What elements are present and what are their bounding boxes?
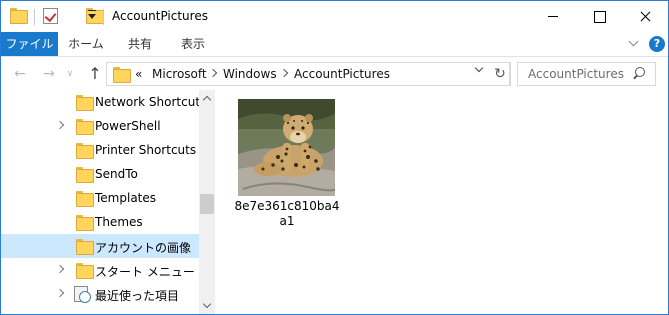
tree-item-label: アカウントの画像	[95, 241, 192, 255]
tree-item-powershell[interactable]: PowerShell	[1, 114, 199, 138]
tree-item-label: 最近使った項目	[95, 289, 180, 303]
folder-icon	[76, 239, 94, 255]
navigation-bar: ← → ∨ ↑ « Microsoft Windows AccountPictu…	[1, 57, 668, 90]
file-list: 8e7e361c810ba4a1	[215, 90, 668, 314]
up-button[interactable]: ↑	[87, 66, 103, 82]
divider	[34, 9, 35, 25]
title-bar: AccountPictures	[1, 1, 668, 32]
file-name: 8e7e361c810ba4a1	[234, 199, 340, 228]
customize-quick-access-icon[interactable]	[87, 10, 97, 22]
tree-item-printer-shortcuts[interactable]: Printer Shortcuts	[1, 138, 199, 162]
tab-view[interactable]: 表示	[167, 32, 219, 56]
tab-home[interactable]: ホーム	[61, 32, 111, 56]
leopard-photo-thumbnail[interactable]	[238, 99, 335, 196]
scroll-down-icon[interactable]	[199, 298, 215, 314]
tree-item-label: スタート メニュー	[95, 265, 195, 279]
ribbon-tabs: ファイル ホーム 共有 表示 ?	[1, 32, 668, 57]
tab-share[interactable]: 共有	[115, 32, 165, 56]
folder-icon	[76, 191, 94, 207]
folder-icon	[10, 8, 28, 24]
tree-item-label: PowerShell	[95, 119, 161, 133]
search-box	[517, 62, 656, 86]
navigation-pane: Network Shortcuts PowerShell Printer Sho…	[1, 90, 215, 314]
breadcrumb-accountpictures[interactable]: AccountPictures	[294, 67, 390, 81]
tree-item-templates[interactable]: Templates	[1, 186, 199, 210]
file-item[interactable]: 8e7e361c810ba4a1	[233, 99, 341, 229]
expand-chevron-icon[interactable]	[57, 266, 64, 273]
help-button[interactable]: ?	[649, 36, 665, 52]
back-button[interactable]: ←	[12, 66, 28, 82]
breadcrumb-windows[interactable]: Windows	[223, 67, 277, 81]
window-title: AccountPictures	[112, 9, 208, 23]
recent-items-icon	[74, 286, 91, 303]
close-button[interactable]	[622, 1, 668, 32]
expand-chevron-icon[interactable]	[57, 122, 64, 129]
folder-icon	[76, 167, 94, 183]
tab-file[interactable]: ファイル	[1, 32, 58, 56]
search-input[interactable]	[518, 63, 636, 85]
address-history-icon[interactable]	[475, 65, 485, 75]
breadcrumb-microsoft[interactable]: Microsoft	[152, 67, 207, 81]
tree-item-label: Themes	[95, 215, 143, 229]
tree-item-label: Templates	[95, 191, 157, 205]
folder-icon	[76, 95, 94, 111]
folder-icon	[113, 67, 131, 83]
tree-item-label: Network Shortcuts	[95, 95, 207, 109]
refresh-button[interactable]: ↻	[490, 62, 511, 86]
divider	[103, 9, 104, 25]
tree-item-start-menu[interactable]: スタート メニュー	[1, 258, 199, 282]
breadcrumb-separator-icon[interactable]	[210, 68, 216, 74]
folder-icon	[76, 119, 94, 135]
search-icon[interactable]	[632, 67, 646, 81]
tree-item-label: SendTo	[95, 167, 138, 181]
minimize-button[interactable]	[530, 1, 576, 32]
properties-icon[interactable]	[43, 8, 58, 24]
folder-icon	[76, 215, 94, 231]
expand-ribbon-icon[interactable]	[628, 38, 640, 50]
folder-icon	[76, 263, 94, 279]
tree-item-network-shortcuts[interactable]: Network Shortcuts	[1, 90, 206, 114]
tree-item-recent-items[interactable]: 最近使った項目	[1, 282, 199, 306]
expand-chevron-icon[interactable]	[57, 290, 64, 297]
scroll-up-icon[interactable]	[199, 90, 215, 106]
breadcrumb-overflow[interactable]: «	[135, 67, 142, 81]
address-bar[interactable]: « Microsoft Windows AccountPictures	[106, 62, 510, 86]
explorer-window: AccountPictures ファイル ホーム 共有 表示 ? ← → ∨ ↑…	[0, 0, 669, 315]
maximize-button[interactable]	[576, 1, 622, 32]
scroll-thumb[interactable]	[200, 194, 214, 214]
recent-locations-button[interactable]: ∨	[65, 66, 75, 82]
tree-item-sendto[interactable]: SendTo	[1, 162, 199, 186]
tree-item-themes[interactable]: Themes	[1, 210, 199, 234]
forward-button[interactable]: →	[41, 66, 57, 82]
folder-icon	[76, 143, 94, 159]
breadcrumb-separator-icon[interactable]	[281, 68, 287, 74]
nav-scrollbar[interactable]	[199, 90, 215, 314]
tree-item-account-pictures[interactable]: アカウントの画像	[1, 234, 199, 258]
tree-item-label: Printer Shortcuts	[95, 143, 197, 157]
